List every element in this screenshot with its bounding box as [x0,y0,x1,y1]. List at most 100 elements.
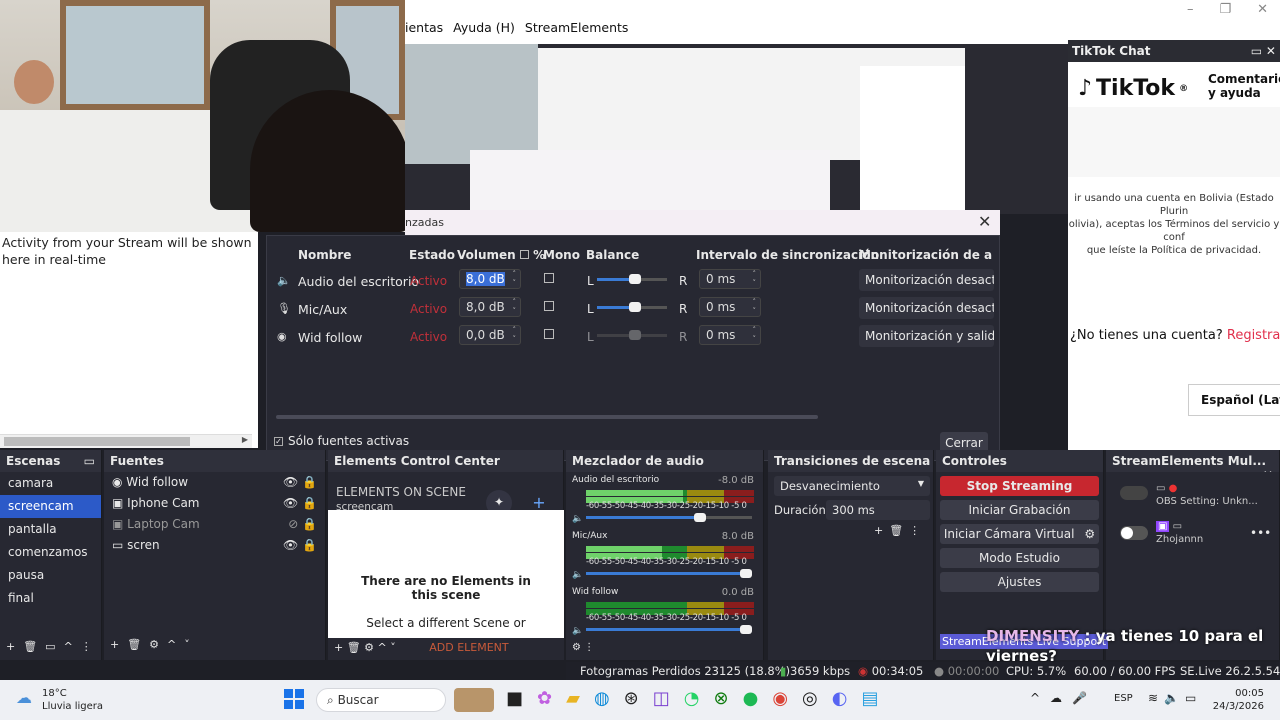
dialog-title: nzadas [405,216,444,229]
speaker-icon: 🔈 [277,274,291,287]
fader-knob[interactable] [693,513,706,522]
volume-spinbox[interactable]: 8,0 dB ˄ ˅ [459,297,521,317]
menu-item-help[interactable]: Ayuda (H) [453,20,515,40]
source-item[interactable]: ▭ scren 👁 🔒 [104,535,325,556]
mono-checkbox[interactable] [544,329,554,339]
studio-mode-button[interactable]: Modo Estudio [940,548,1099,568]
stream-preview[interactable] [405,44,1068,214]
volume-spinbox[interactable]: 8,0 dB ˄ ˅ [459,269,521,289]
scene-item[interactable]: pantalla [0,518,101,541]
balance-slider[interactable]: LR [587,299,687,317]
toggle-switch[interactable] [1120,526,1148,540]
source-state: Activo [410,274,448,288]
start-recording-button[interactable]: Iniciar Grabación [940,500,1099,520]
close-icon[interactable]: ✕ [1257,2,1268,17]
eye-icon[interactable]: 👁 🔒 [283,538,317,553]
start-icon[interactable] [284,689,304,709]
sync-offset-spinbox[interactable]: 0 ms ˄ ˅ [699,325,761,345]
monitoring-select[interactable]: Monitorización y salida [859,325,994,347]
speaker-icon: 🔈 [572,570,584,580]
gear-icon[interactable]: ⚙ [1084,527,1095,544]
language-select[interactable]: Español (Latino [1188,384,1280,416]
scene-item[interactable]: comenzamos [0,541,101,564]
mono-checkbox[interactable] [544,273,554,283]
eye-hidden-icon[interactable]: ⊘ 🔒 [288,517,317,532]
eye-icon[interactable]: 👁 🔒 [283,496,317,511]
menu-item-streamelements[interactable]: StreamElements [525,20,629,40]
mono-checkbox[interactable] [544,301,554,311]
scene-item[interactable]: final [0,587,101,610]
checkbox-icon: ✓ [274,436,283,446]
version-label: SE.Live 26.2.5.549 [1180,664,1280,678]
fader-knob[interactable] [740,569,752,578]
dialog-horizontal-scrollbar[interactable] [276,415,818,419]
dialog-close-icon[interactable]: ✕ [978,212,991,231]
activity-scrollbar[interactable]: ▶ [0,434,252,448]
scene-item[interactable]: screencam [0,495,101,518]
balance-slider[interactable]: LR [587,327,687,345]
system-tray[interactable]: ^☁🎤 [1030,691,1097,705]
chatgpt-icon: ⊛ [623,688,653,709]
only-active-label: Sólo fuentes activas [288,434,410,448]
source-toolbar[interactable]: +🗑⚙^˅ [110,638,198,651]
volume-fader[interactable]: 🔈 [572,566,758,580]
transition-toolbar[interactable]: +🗑⋮ [874,524,926,537]
sync-offset-spinbox[interactable]: 0 ms ˄ ˅ [699,297,761,317]
transition-select[interactable]: Desvanecimiento ▼ [774,476,930,496]
only-active-checkbox[interactable]: ✓ Sólo fuentes activas [274,434,409,448]
mixer-title: Mezclador de audio [566,450,763,472]
input-language[interactable]: ESP [1114,693,1133,704]
source-state: Activo [410,302,448,316]
webcam-feed [0,0,405,232]
monitoring-select[interactable]: Monitorización desactivada [859,269,994,291]
add-element-button[interactable]: ADD ELEMENT [429,641,508,654]
status-bar: Fotogramas Perdidos 23125 (18.8%) ▮ 3659… [566,662,1280,680]
more-icon[interactable]: ••• [1250,526,1271,540]
minimize-icon[interactable]: – [1187,2,1194,17]
camera-icon: ▣ [112,517,128,531]
menu-item-tools[interactable]: ientas [405,20,443,40]
audio-row: ◉ Wid follow Activo 0,0 dB ˄ ˅ LR 0 ms ˄ ˅ M… [267,322,1001,350]
source-item[interactable]: ▣ Laptop Cam ⊘ 🔒 [104,514,325,535]
source-item[interactable]: ▣ Iphone Cam 👁 🔒 [104,493,325,514]
fader-knob[interactable] [740,625,752,634]
register-link[interactable]: Registrarse [1227,328,1280,343]
start-virtual-camera-button[interactable]: Iniciar Cámara Virtual ⚙ [940,524,1099,544]
scene-item[interactable]: camara [0,472,101,495]
taskbar-apps[interactable]: ■✿▰◍⊛◫◔⊗●◉◎◐▤ [506,688,892,709]
scene-item[interactable]: pausa [0,564,101,587]
tiktok-subtitle: Comentarios y ayuda [1208,72,1280,100]
volume-fader[interactable]: 🔈 [572,510,758,524]
stop-streaming-button[interactable]: Stop Streaming [940,476,1099,496]
avatar [14,60,54,104]
settings-button[interactable]: Ajustes [940,572,1099,592]
balance-slider[interactable]: LR [587,271,687,289]
twitch-icon: ▣ [1156,521,1170,532]
network-volume-battery-icon[interactable]: ≋🔈▭ [1148,691,1202,705]
mixer-settings-icon[interactable]: ⚙ ⋮ [572,642,594,653]
duration-label: Duración [774,503,826,517]
sync-offset-spinbox[interactable]: 0 ms ˄ ˅ [699,269,761,289]
source-name: Mic/Aux [298,302,348,317]
taskbar-search[interactable]: ⌕ Buscar [316,688,446,712]
audio-row: 🎙 Mic/Aux Activo 8,0 dB ˄ ˅ LR 0 ms ˄ ˅ Moni… [267,294,1001,322]
maximize-icon[interactable]: ❐ [1219,2,1231,17]
sources-title: Fuentes [104,450,325,472]
toggle-switch[interactable] [1120,486,1148,500]
volume-spinbox[interactable]: 0,0 dB ˄ ˅ [459,325,521,345]
weather-icon[interactable]: ☁ [16,688,32,707]
folder-icon: ▰ [566,688,594,709]
weather-widget[interactable]: 18°C Lluvia ligera [42,687,103,713]
eye-icon[interactable]: 👁 🔒 [283,475,317,490]
monitoring-select[interactable]: Monitorización desactivada [859,297,994,319]
scene-toolbar[interactable]: +🗑▭^⋮ [6,640,100,653]
obs-icon: ◎ [802,688,832,709]
copilot-icon: ✿ [537,688,567,709]
xbox-icon: ⊗ [713,688,743,709]
duration-spinbox[interactable]: 300 ms [826,500,930,520]
source-item[interactable]: ◉ Wid follow 👁 🔒 [104,472,325,493]
volume-fader[interactable]: 🔈 [572,622,758,636]
elements-toolbar[interactable]: + 🗑 ⚙ ^ ˅ [334,641,396,654]
clock[interactable]: 00:05 24/3/2026 [1210,687,1264,713]
elements-on-scene: ELEMENTS ON SCENE [336,485,466,499]
